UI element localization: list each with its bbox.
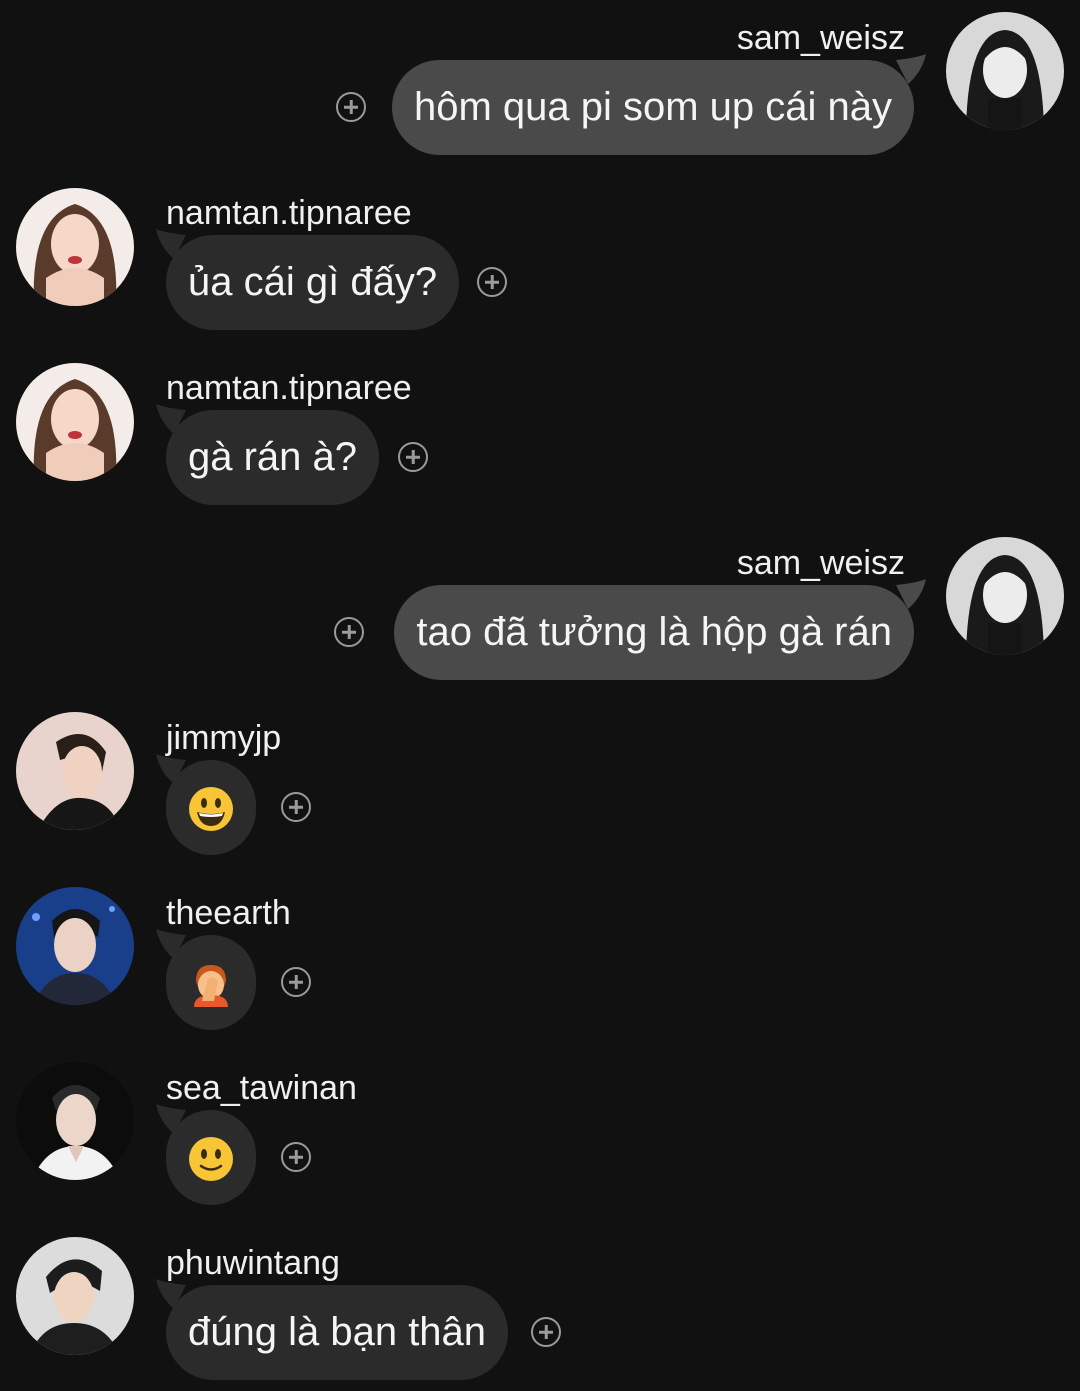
- message-bubble[interactable]: [166, 935, 256, 1030]
- avatar-image: [946, 537, 1064, 655]
- add-reaction-icon[interactable]: [281, 792, 311, 822]
- message-text: hôm qua pi som up cái này: [413, 85, 892, 129]
- avatar[interactable]: [946, 12, 1064, 130]
- message-text: gà rán à?: [188, 435, 358, 479]
- slightly-smiling-face-icon: [189, 1137, 233, 1181]
- avatar[interactable]: [16, 1237, 134, 1355]
- username[interactable]: sam_weisz: [737, 543, 905, 583]
- avatar[interactable]: [16, 1062, 134, 1180]
- message-bubble[interactable]: tao đã tưởng là hộp gà rán: [394, 585, 914, 680]
- avatar-image: [16, 363, 134, 481]
- message-text: ủa cái gì đấy?: [188, 260, 438, 304]
- bubble-tail: [896, 579, 926, 609]
- add-reaction-icon[interactable]: [334, 617, 364, 647]
- grinning-face-icon: [189, 787, 233, 831]
- avatar[interactable]: [16, 712, 134, 830]
- add-reaction-icon[interactable]: [281, 1142, 311, 1172]
- avatar[interactable]: [946, 537, 1064, 655]
- add-reaction-icon[interactable]: [477, 267, 507, 297]
- avatar-image: [16, 1062, 134, 1180]
- message-bubble[interactable]: đúng là bạn thân: [166, 1285, 509, 1380]
- username[interactable]: sam_weisz: [737, 18, 905, 58]
- message-text: tao đã tưởng là hộp gà rán: [416, 610, 892, 654]
- username[interactable]: namtan.tipnaree: [166, 193, 412, 233]
- message-bubble[interactable]: ủa cái gì đấy?: [166, 235, 460, 330]
- avatar-image: [16, 887, 134, 1005]
- message-text: đúng là bạn thân: [188, 1310, 487, 1354]
- avatar-image: [16, 188, 134, 306]
- person-facepalming-icon: [194, 965, 228, 1007]
- username[interactable]: jimmyjp: [166, 718, 281, 758]
- username[interactable]: phuwintang: [166, 1243, 340, 1283]
- username[interactable]: sea_tawinan: [166, 1068, 357, 1108]
- message-bubble[interactable]: [166, 760, 256, 855]
- avatar-image: [946, 12, 1064, 130]
- avatar-image: [16, 1237, 134, 1355]
- add-reaction-icon[interactable]: [336, 92, 366, 122]
- avatar[interactable]: [16, 188, 134, 306]
- username[interactable]: namtan.tipnaree: [166, 368, 412, 408]
- avatar[interactable]: [16, 887, 134, 1005]
- bubble-tail: [896, 54, 926, 84]
- avatar-image: [16, 712, 134, 830]
- message-bubble[interactable]: [166, 1110, 256, 1205]
- message-bubble[interactable]: hôm qua pi som up cái này: [391, 60, 914, 155]
- username[interactable]: theearth: [166, 893, 291, 933]
- add-reaction-icon[interactable]: [531, 1317, 561, 1347]
- avatar[interactable]: [16, 363, 134, 481]
- add-reaction-icon[interactable]: [398, 442, 428, 472]
- add-reaction-icon[interactable]: [281, 967, 311, 997]
- message-bubble[interactable]: gà rán à?: [166, 410, 380, 505]
